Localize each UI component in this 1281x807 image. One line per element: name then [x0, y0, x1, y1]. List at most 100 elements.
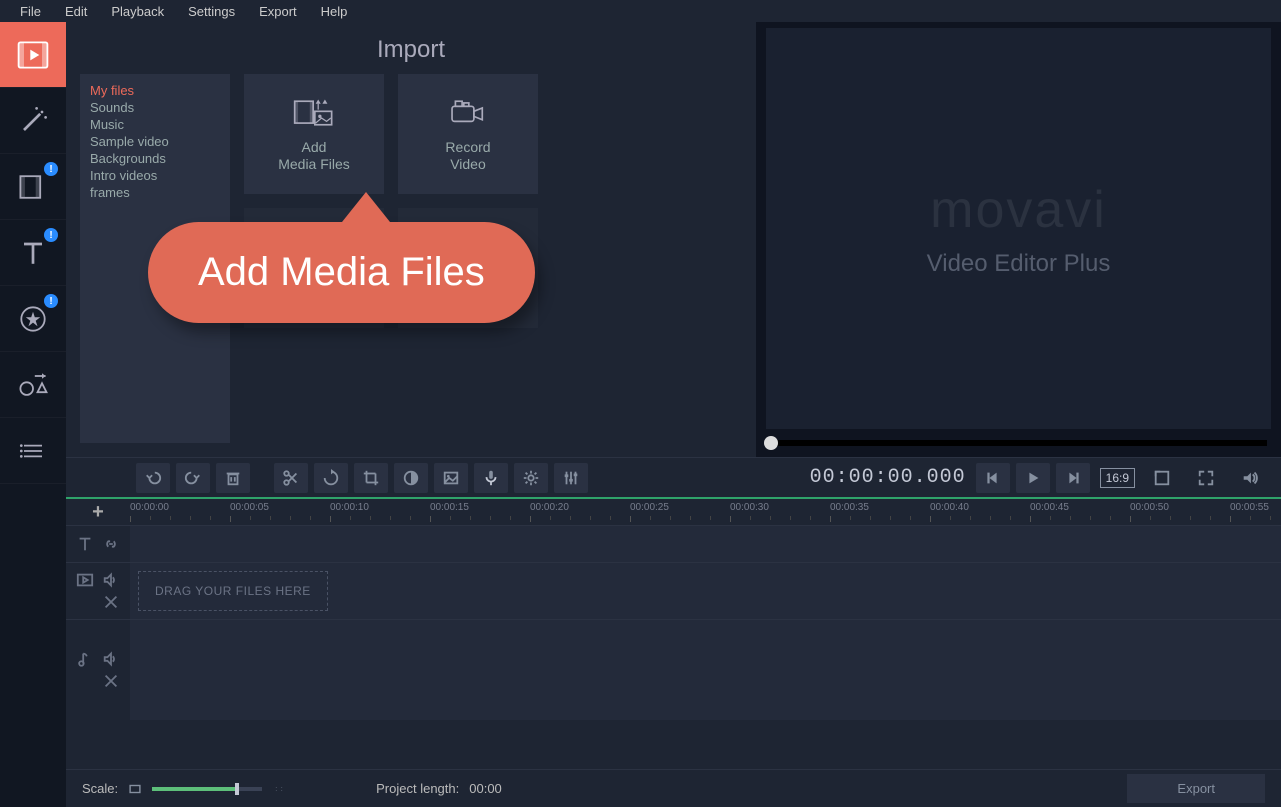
text-track — [66, 525, 1281, 562]
time-ruler[interactable]: 00:00:00 00:00:05 00:00:10 00:00:15 00:00:20… — [130, 499, 1281, 525]
zoom-out-icon[interactable] — [128, 782, 142, 796]
import-panel: Import My files Sounds Music Sample vide… — [66, 22, 756, 457]
ruler-tick: 00:00:05 — [230, 502, 269, 513]
ruler-tick: 00:00:10 — [330, 502, 369, 513]
video-track: DRAG YOUR FILES HERE — [66, 562, 1281, 619]
stickers-badge-icon: ! — [44, 294, 58, 308]
scale-label: Scale: — [82, 781, 118, 796]
ruler-tick: 00:00:55 — [1230, 502, 1269, 513]
video-track-head[interactable] — [66, 563, 130, 619]
fullscreen-button[interactable] — [1189, 463, 1223, 493]
ruler-tick: 00:00:30 — [730, 502, 769, 513]
video-icon — [76, 571, 94, 589]
split-button[interactable] — [274, 463, 308, 493]
project-length-value: 00:00 — [469, 781, 502, 796]
volume-small-icon — [102, 571, 120, 589]
ruler-tick: 00:00:45 — [1030, 502, 1069, 513]
add-track-button[interactable]: + — [66, 499, 130, 525]
prev-button[interactable] — [976, 463, 1010, 493]
sidebar-item-intro-videos[interactable]: Intro videos — [90, 167, 220, 184]
menubar: File Edit Playback Settings Export Help — [0, 0, 1281, 22]
sidebar-item-frames[interactable]: frames — [90, 184, 220, 201]
levels-button[interactable] — [554, 463, 588, 493]
next-button[interactable] — [1056, 463, 1090, 493]
sidebar-item-backgrounds[interactable]: Backgrounds — [90, 150, 220, 167]
crop-button[interactable] — [354, 463, 388, 493]
text-track-body[interactable] — [130, 526, 1281, 562]
preview-panel: movavi Video Editor Plus — [756, 22, 1281, 457]
record-video-tile[interactable]: RecordVideo — [398, 74, 538, 194]
camera-icon — [447, 95, 489, 131]
detach-preview-button[interactable] — [1145, 463, 1179, 493]
zoom-in-icon[interactable] — [272, 782, 286, 796]
menu-export[interactable]: Export — [247, 2, 309, 21]
ruler-tick: 00:00:40 — [930, 502, 969, 513]
timeline: + 00:00:0000:00:0500:00:1000:00:1500:00:… — [66, 497, 1281, 769]
timecode: 00:00:00.000 — [810, 466, 966, 489]
brand-subtitle: Video Editor Plus — [927, 250, 1111, 278]
text-track-head[interactable] — [66, 526, 130, 562]
music-icon — [76, 650, 94, 668]
volume-button[interactable] — [1233, 463, 1267, 493]
hide-icon — [102, 593, 120, 611]
rotate-button[interactable] — [314, 463, 348, 493]
mic-button[interactable] — [474, 463, 508, 493]
ruler-tick: 00:00:20 — [530, 502, 569, 513]
import-title: Import — [80, 36, 742, 64]
brand-logo: movavi — [930, 180, 1107, 240]
audio-track-body[interactable] — [130, 620, 1281, 720]
titles-badge-icon: ! — [44, 228, 58, 242]
color-button[interactable] — [394, 463, 428, 493]
filters-tool[interactable]: ! — [0, 154, 66, 220]
sidebar-item-my-files[interactable]: My files — [90, 82, 220, 99]
add-media-tile[interactable]: AddMedia Files — [244, 74, 384, 194]
menu-file[interactable]: File — [8, 2, 53, 21]
ruler-tick: 00:00:35 — [830, 502, 869, 513]
aspect-button[interactable]: 16:9 — [1100, 468, 1135, 488]
menu-edit[interactable]: Edit — [53, 2, 99, 21]
ruler-tick: 00:00:50 — [1130, 502, 1169, 513]
project-length-label: Project length: — [376, 781, 459, 796]
menu-playback[interactable]: Playback — [99, 2, 176, 21]
volume-small-icon — [102, 650, 120, 668]
drag-hint: DRAG YOUR FILES HERE — [138, 571, 328, 611]
magic-tool[interactable] — [0, 88, 66, 154]
titles-tool[interactable]: ! — [0, 220, 66, 286]
text-icon — [76, 535, 94, 553]
image-button[interactable] — [434, 463, 468, 493]
ruler-tick: 00:00:00 — [130, 502, 169, 513]
play-button[interactable] — [1016, 463, 1050, 493]
settings-button[interactable] — [514, 463, 548, 493]
timeline-toolbar: 00:00:00.000 16:9 — [66, 457, 1281, 497]
hide-icon — [102, 672, 120, 690]
video-track-body[interactable]: DRAG YOUR FILES HERE — [130, 563, 1281, 619]
undo-button[interactable] — [136, 463, 170, 493]
export-button[interactable]: Export — [1127, 774, 1265, 803]
import-tool[interactable] — [0, 22, 66, 88]
sidebar-item-music[interactable]: Music — [90, 116, 220, 133]
seek-handle-icon[interactable] — [764, 436, 778, 450]
callout-bubble: Add Media Files — [148, 222, 535, 323]
ruler-tick: 00:00:25 — [630, 502, 669, 513]
more-tool[interactable] — [0, 418, 66, 484]
record-video-label: RecordVideo — [445, 139, 490, 173]
scale-slider[interactable] — [152, 787, 262, 791]
preview-screen: movavi Video Editor Plus — [766, 28, 1271, 429]
left-toolbar: ! ! ! — [0, 22, 66, 807]
sidebar-item-sample-video[interactable]: Sample video — [90, 133, 220, 150]
audio-track — [66, 619, 1281, 720]
filters-badge-icon: ! — [44, 162, 58, 176]
footer: Scale: Project length: 00:00 Export — [66, 769, 1281, 807]
add-media-label: AddMedia Files — [278, 139, 350, 173]
ruler-tick: 00:00:15 — [430, 502, 469, 513]
menu-settings[interactable]: Settings — [176, 2, 247, 21]
seek-bar[interactable] — [766, 429, 1271, 457]
redo-button[interactable] — [176, 463, 210, 493]
sidebar-item-sounds[interactable]: Sounds — [90, 99, 220, 116]
shapes-tool[interactable] — [0, 352, 66, 418]
audio-track-head[interactable] — [66, 620, 130, 720]
menu-help[interactable]: Help — [309, 2, 360, 21]
add-media-icon — [293, 95, 335, 131]
delete-button[interactable] — [216, 463, 250, 493]
stickers-tool[interactable]: ! — [0, 286, 66, 352]
